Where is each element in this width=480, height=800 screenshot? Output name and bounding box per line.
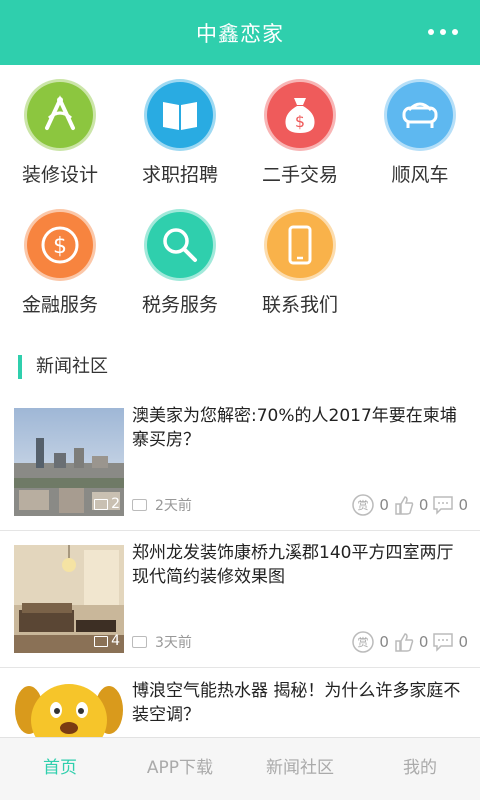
reward-icon[interactable]: 赏 (351, 630, 375, 654)
magnifier-icon (144, 209, 216, 281)
divider (0, 667, 480, 668)
service-label: 金融服务 (21, 294, 98, 316)
svg-text:赏: 赏 (358, 499, 369, 512)
svg-text:$: $ (295, 112, 305, 131)
image-count-badge: 2 (94, 496, 120, 512)
service-design[interactable]: 装修设计 (0, 65, 120, 195)
divider (0, 530, 480, 531)
app-title: 中鑫恋家 (196, 22, 284, 46)
comment-icon[interactable] (432, 494, 454, 516)
image-count: 2 (111, 496, 120, 512)
tab-app-download[interactable]: APP下载 (120, 738, 240, 800)
comment-icon[interactable] (432, 631, 454, 653)
book-icon (144, 79, 216, 151)
image-count-badge: 4 (94, 633, 120, 649)
news-thumbnail-dog (14, 680, 124, 737)
news-time: 2天前 (155, 498, 192, 514)
image-icon (94, 498, 109, 510)
comment-count: 0 (458, 633, 468, 651)
image-icon (94, 635, 109, 647)
news-meta: 3天前 (132, 632, 192, 652)
news-stats: 赏 0 0 0 (351, 493, 468, 517)
tab-mine[interactable]: 我的 (360, 738, 480, 800)
thumbs-up-icon[interactable] (393, 494, 415, 516)
service-label: 税务服务 (141, 294, 218, 316)
svg-text:$: $ (53, 234, 67, 259)
dollar-coin-icon: $ (24, 209, 96, 281)
news-stats: 赏 0 0 0 (351, 630, 468, 654)
svg-text:赏: 赏 (358, 636, 369, 649)
service-label: 顺风车 (391, 164, 449, 186)
service-label: 装修设计 (21, 164, 98, 186)
service-grid: 装修设计 求职招聘 $ 二手交易 顺风车 $ 金融服务 税务服务 联系我们 (0, 65, 480, 330)
service-second-hand[interactable]: $ 二手交易 (240, 65, 360, 195)
phone-icon (264, 209, 336, 281)
news-meta: 2天前 (132, 495, 192, 515)
bottom-tab-bar: 首页 APP下载 新闻社区 我的 (0, 737, 480, 800)
app-screen: 中鑫恋家 装修设计 求职招聘 $ 二手交易 顺风车 $ 金融服务 税务服务 联系… (0, 0, 480, 800)
image-count: 4 (111, 633, 120, 649)
tab-home[interactable]: 首页 (0, 738, 120, 800)
comment-count: 0 (458, 496, 468, 514)
reward-count: 0 (379, 496, 389, 514)
news-time: 3天前 (155, 635, 192, 651)
more-menu-icon[interactable] (428, 20, 458, 44)
sofa-car-icon (384, 79, 456, 151)
service-finance[interactable]: $ 金融服务 (0, 195, 120, 325)
like-count: 0 (418, 496, 429, 514)
reward-count: 0 (379, 633, 389, 651)
news-item[interactable]: 博浪空气能热水器 揭秘！为什么许多家庭不装空调？ (0, 675, 480, 737)
news-item[interactable]: 4 郑州龙发装饰康桥九溪郡140平方四室两厅现代简约装修效果图 3天前 赏 0 … (0, 537, 480, 674)
news-item[interactable]: 2 澳美家为您解密:70%的人2017年要在柬埔寨买房？ 2天前 赏 0 0 0 (0, 400, 480, 537)
reward-icon[interactable]: 赏 (351, 493, 375, 517)
service-label: 联系我们 (261, 294, 338, 316)
news-thumbnail-city: 2 (14, 408, 124, 516)
news-thumbnail-living-room: 4 (14, 545, 124, 653)
design-compass-icon (24, 79, 96, 151)
video-icon (132, 499, 147, 511)
service-label: 求职招聘 (141, 164, 218, 186)
section-title: 新闻社区 (18, 355, 108, 379)
service-contact[interactable]: 联系我们 (240, 195, 360, 325)
news-title: 郑州龙发装饰康桥九溪郡140平方四室两厅现代简约装修效果图 (132, 543, 454, 587)
service-tax[interactable]: 税务服务 (120, 195, 240, 325)
tab-news-community[interactable]: 新闻社区 (240, 738, 360, 800)
like-count: 0 (418, 633, 429, 651)
service-jobs[interactable]: 求职招聘 (120, 65, 240, 195)
video-icon (132, 636, 147, 648)
service-label: 二手交易 (261, 164, 338, 186)
service-rideshare[interactable]: 顺风车 (360, 65, 480, 195)
thumbs-up-icon[interactable] (393, 631, 415, 653)
top-header: 中鑫恋家 (0, 0, 480, 65)
news-title: 澳美家为您解密:70%的人2017年要在柬埔寨买房？ (132, 406, 457, 450)
news-title: 博浪空气能热水器 揭秘！为什么许多家庭不装空调？ (132, 681, 461, 725)
money-bag-icon: $ (264, 79, 336, 151)
